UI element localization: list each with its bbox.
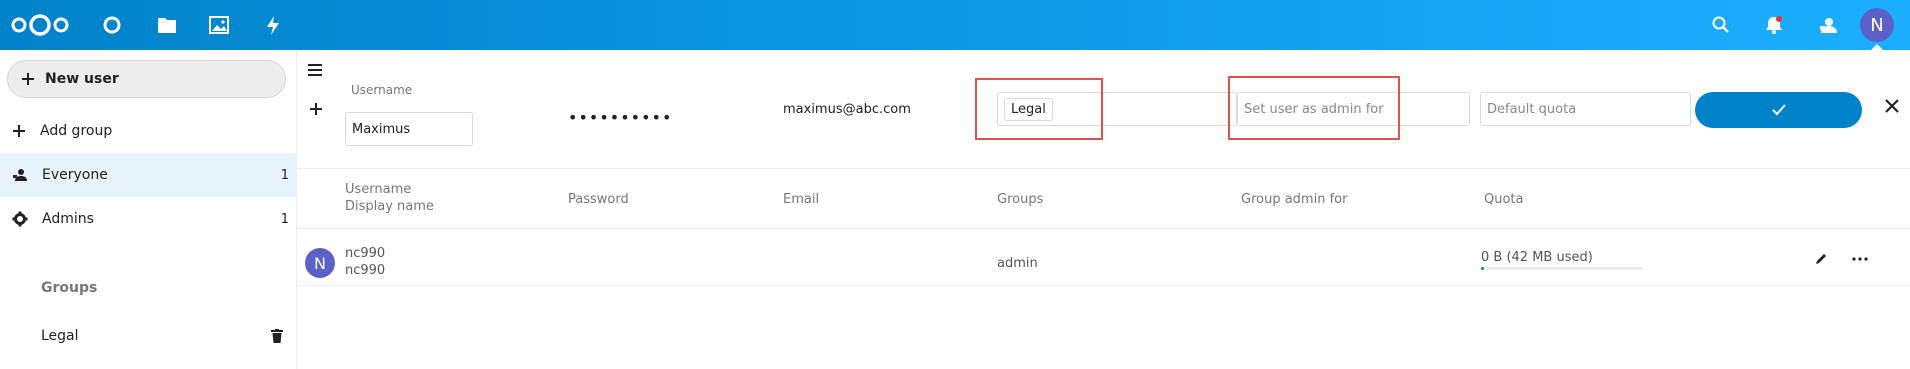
password-input[interactable]: •••••••••• xyxy=(568,108,672,127)
groups-cell: admin xyxy=(997,256,1038,271)
new-user-button[interactable]: New user xyxy=(7,60,286,98)
group-icon xyxy=(13,169,27,181)
search-icon[interactable] xyxy=(1708,12,1734,38)
groups-caption: Groups xyxy=(41,280,98,296)
sidebar-item-everyone[interactable]: Everyone 1 xyxy=(0,153,297,197)
header-password: Password xyxy=(568,192,629,207)
top-header: N xyxy=(0,0,1910,50)
header-group-admin-for: Group admin for xyxy=(1241,192,1348,207)
nextcloud-logo-icon[interactable] xyxy=(10,14,70,36)
username-label: Username xyxy=(351,83,413,97)
divider xyxy=(297,285,1910,286)
quota-select[interactable]: Default quota xyxy=(1480,92,1691,126)
header-quota: Quota xyxy=(1484,192,1524,207)
header-username: Username Display name xyxy=(345,181,434,215)
activity-icon[interactable] xyxy=(262,14,284,36)
dashboard-icon[interactable] xyxy=(101,14,123,36)
header-display-name-label: Display name xyxy=(345,199,434,214)
divider xyxy=(297,168,1910,169)
checkmark-icon xyxy=(1771,104,1786,116)
contacts-icon[interactable] xyxy=(1815,12,1841,38)
user-avatar[interactable]: N xyxy=(1860,8,1894,42)
highlight-box-admin xyxy=(1228,76,1400,140)
more-options-icon[interactable] xyxy=(1852,257,1868,261)
sidebar-item-label: Everyone xyxy=(42,167,108,183)
gear-icon xyxy=(12,211,28,227)
confirm-button[interactable] xyxy=(1695,92,1862,128)
close-icon[interactable] xyxy=(1884,98,1900,114)
plus-icon xyxy=(22,73,34,85)
user-names: nc990 nc990 xyxy=(345,245,385,279)
header-groups: Groups xyxy=(997,192,1044,207)
edit-icon[interactable] xyxy=(1814,252,1828,266)
sidebar-item-admins[interactable]: Admins 1 xyxy=(0,197,297,241)
trash-icon[interactable] xyxy=(271,329,283,343)
menu-icon[interactable] xyxy=(308,64,322,76)
sidebar-item-count: 1 xyxy=(280,167,289,183)
username-cell: nc990 xyxy=(345,246,386,261)
quota-bar-fill xyxy=(1481,267,1485,270)
quota-cell: 0 B (42 MB used) xyxy=(1481,250,1593,265)
highlight-box-groups xyxy=(975,78,1103,140)
divider xyxy=(297,228,1910,229)
sidebar-item-label: Legal xyxy=(41,328,79,344)
display-name-cell: nc990 xyxy=(345,263,386,278)
photos-icon[interactable] xyxy=(208,14,230,36)
sidebar-item-count: 1 xyxy=(280,211,289,227)
username-input[interactable]: Maximus xyxy=(345,112,473,146)
add-group-button[interactable]: Add group xyxy=(0,109,297,153)
plus-icon xyxy=(310,103,322,115)
sidebar-item-label: Admins xyxy=(42,211,94,227)
avatar: N xyxy=(305,248,335,278)
email-input[interactable]: maximus@abc.com xyxy=(783,102,911,117)
files-icon[interactable] xyxy=(156,14,178,36)
add-group-label: Add group xyxy=(40,123,113,139)
sidebar-item-legal[interactable]: Legal xyxy=(0,314,297,358)
header-email: Email xyxy=(783,192,820,207)
plus-icon xyxy=(13,125,25,137)
new-user-label: New user xyxy=(45,71,119,87)
main-content: Username Maximus •••••••••• maximus@abc.… xyxy=(297,50,1910,369)
sidebar: New user Add group Everyone 1 Admins 1 G… xyxy=(0,50,297,369)
quota-bar xyxy=(1481,267,1643,270)
notifications-icon[interactable] xyxy=(1761,12,1787,38)
header-username-label: Username xyxy=(345,182,412,197)
